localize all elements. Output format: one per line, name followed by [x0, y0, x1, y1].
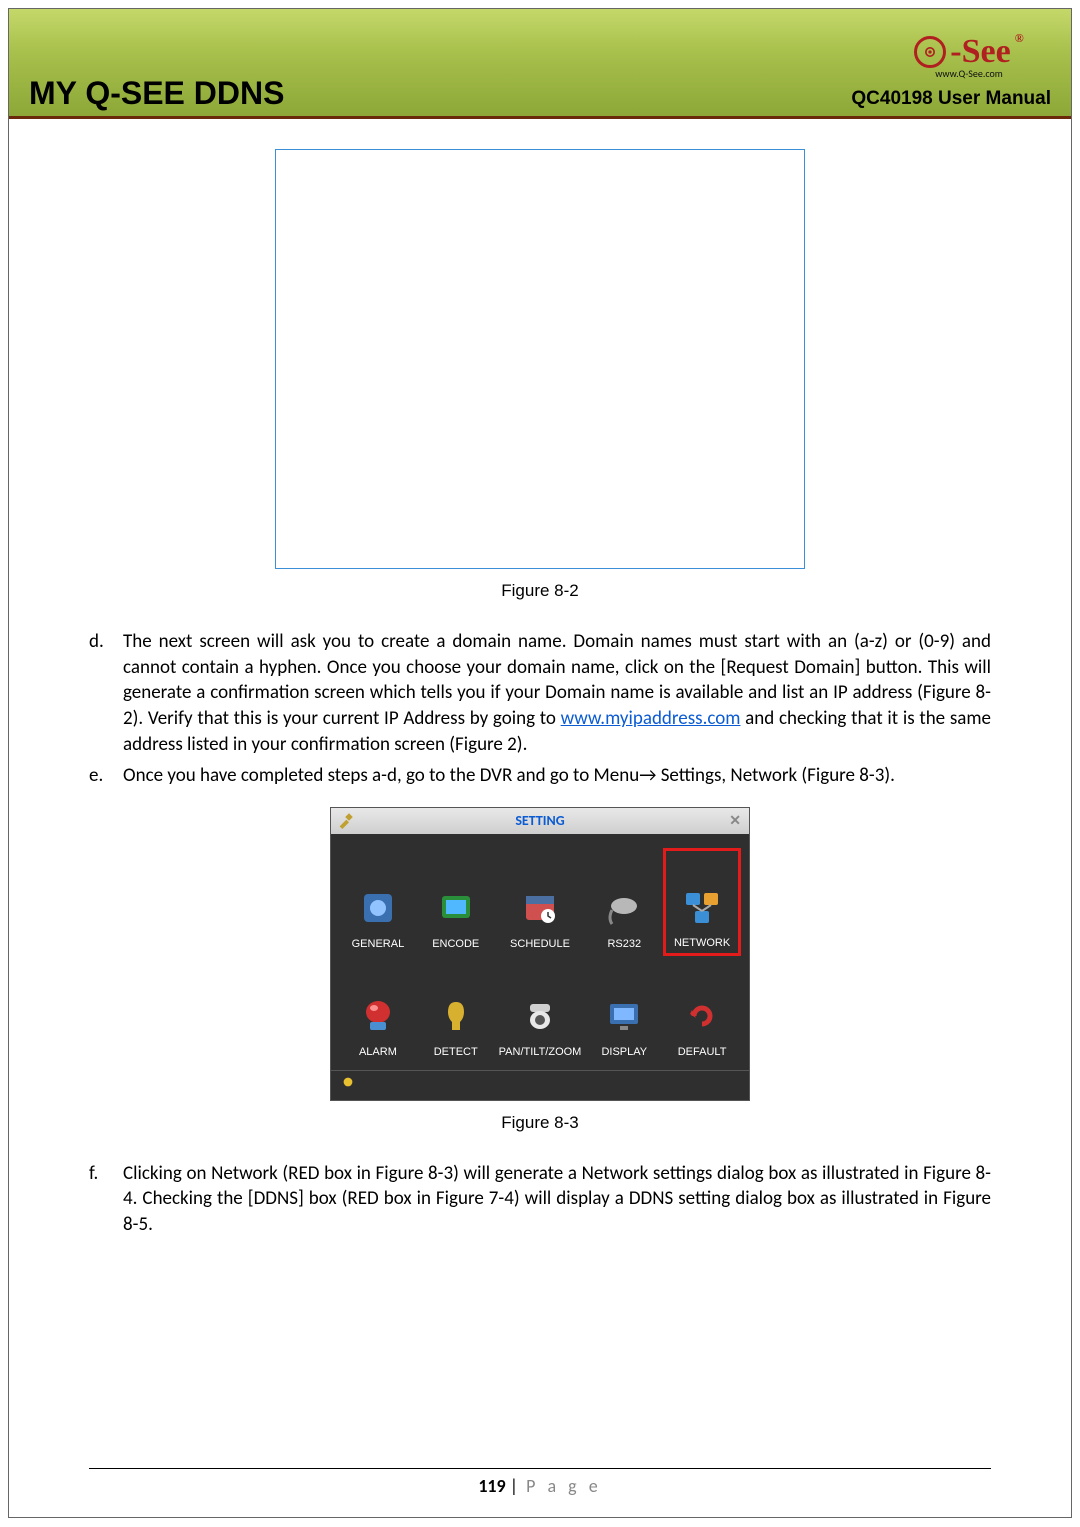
settings-dialog: SETTING ✕ GENERAL ENCODE [330, 807, 750, 1101]
settings-title: SETTING [515, 812, 564, 829]
page-label: P a g e [526, 1475, 602, 1497]
paragraph-d: d. The next screen will ask you to creat… [89, 629, 991, 757]
ptz-icon [520, 996, 560, 1036]
settings-item-label: ENCODE [432, 938, 479, 950]
settings-item-label: RS232 [607, 938, 641, 950]
settings-item-label: ALARM [359, 1046, 397, 1058]
settings-grid: GENERAL ENCODE SCHEDULE [331, 834, 749, 1070]
display-icon [604, 996, 644, 1036]
general-icon [358, 888, 398, 928]
settings-item-general[interactable]: GENERAL [339, 848, 417, 956]
settings-item-label: DETECT [434, 1046, 478, 1058]
page-content: Figure 8-2 d. The next screen will ask y… [9, 119, 1071, 1238]
settings-item-rs232[interactable]: RS232 [585, 848, 663, 956]
settings-item-label: DEFAULT [678, 1046, 727, 1058]
settings-item-encode[interactable]: ENCODE [417, 848, 495, 956]
figure-8-2-placeholder [275, 149, 805, 569]
figure-8-2-caption: Figure 8-2 [89, 581, 991, 601]
document-page: -See ® www.Q-See.com MY Q-SEE DDNS QC401… [8, 8, 1072, 1518]
schedule-icon [520, 888, 560, 928]
settings-item-network[interactable]: NETWORK [663, 848, 741, 956]
settings-item-label: NETWORK [674, 937, 730, 949]
settings-item-default[interactable]: DEFAULT [663, 956, 741, 1064]
rs232-icon [604, 888, 644, 928]
encode-icon [436, 888, 476, 928]
settings-item-label: SCHEDULE [510, 938, 570, 950]
settings-item-alarm[interactable]: ALARM [339, 956, 417, 1064]
list-marker-e: e. [89, 763, 123, 789]
settings-item-label: PAN/TILT/ZOOM [499, 1046, 582, 1058]
titlebar-left-icons [337, 813, 353, 829]
settings-item-detect[interactable]: DETECT [417, 956, 495, 1064]
settings-footer [331, 1070, 749, 1100]
paragraph-f: f. Clicking on Network (RED box in Figur… [89, 1161, 991, 1238]
footer-separator: | [506, 1475, 522, 1497]
paragraph-f-body: Clicking on Network (RED box in Figure 8… [123, 1161, 991, 1238]
page-header: -See ® www.Q-See.com MY Q-SEE DDNS QC401… [9, 9, 1071, 119]
page-footer: 119 | P a g e [89, 1468, 991, 1497]
settings-item-schedule[interactable]: SCHEDULE [495, 848, 586, 956]
hint-icon [341, 1075, 355, 1089]
alarm-icon [358, 996, 398, 1036]
network-icon [682, 887, 722, 927]
brand-logo: -See ® www.Q-See.com [879, 27, 1059, 87]
default-icon [682, 996, 722, 1036]
settings-titlebar: SETTING ✕ [331, 808, 749, 834]
list-marker-f: f. [89, 1161, 123, 1238]
settings-item-label: GENERAL [352, 938, 405, 950]
logo-text: -See [950, 35, 1010, 69]
close-icon[interactable]: ✕ [729, 812, 741, 829]
myipaddress-link[interactable]: www.myipaddress.com [561, 707, 741, 730]
logo-trademark: ® [1015, 32, 1024, 44]
page-subtitle: QC40198 User Manual [851, 88, 1051, 110]
eye-icon [914, 36, 946, 68]
figure-8-3-caption: Figure 8-3 [89, 1113, 991, 1133]
settings-item-ptz[interactable]: PAN/TILT/ZOOM [495, 956, 586, 1064]
settings-item-display[interactable]: DISPLAY [585, 956, 663, 1064]
tool-icon [337, 813, 353, 829]
logo-url: www.Q-See.com [935, 67, 1003, 80]
list-marker-d: d. [89, 629, 123, 757]
paragraph-e-body: Once you have completed steps a-d, go to… [123, 763, 991, 789]
paragraph-e: e. Once you have completed steps a-d, go… [89, 763, 991, 789]
paragraph-d-body: The next screen will ask you to create a… [123, 629, 991, 757]
page-title: MY Q-SEE DDNS [29, 75, 851, 112]
detect-icon [436, 996, 476, 1036]
page-number: 119 [478, 1475, 505, 1497]
settings-item-label: DISPLAY [601, 1046, 647, 1058]
